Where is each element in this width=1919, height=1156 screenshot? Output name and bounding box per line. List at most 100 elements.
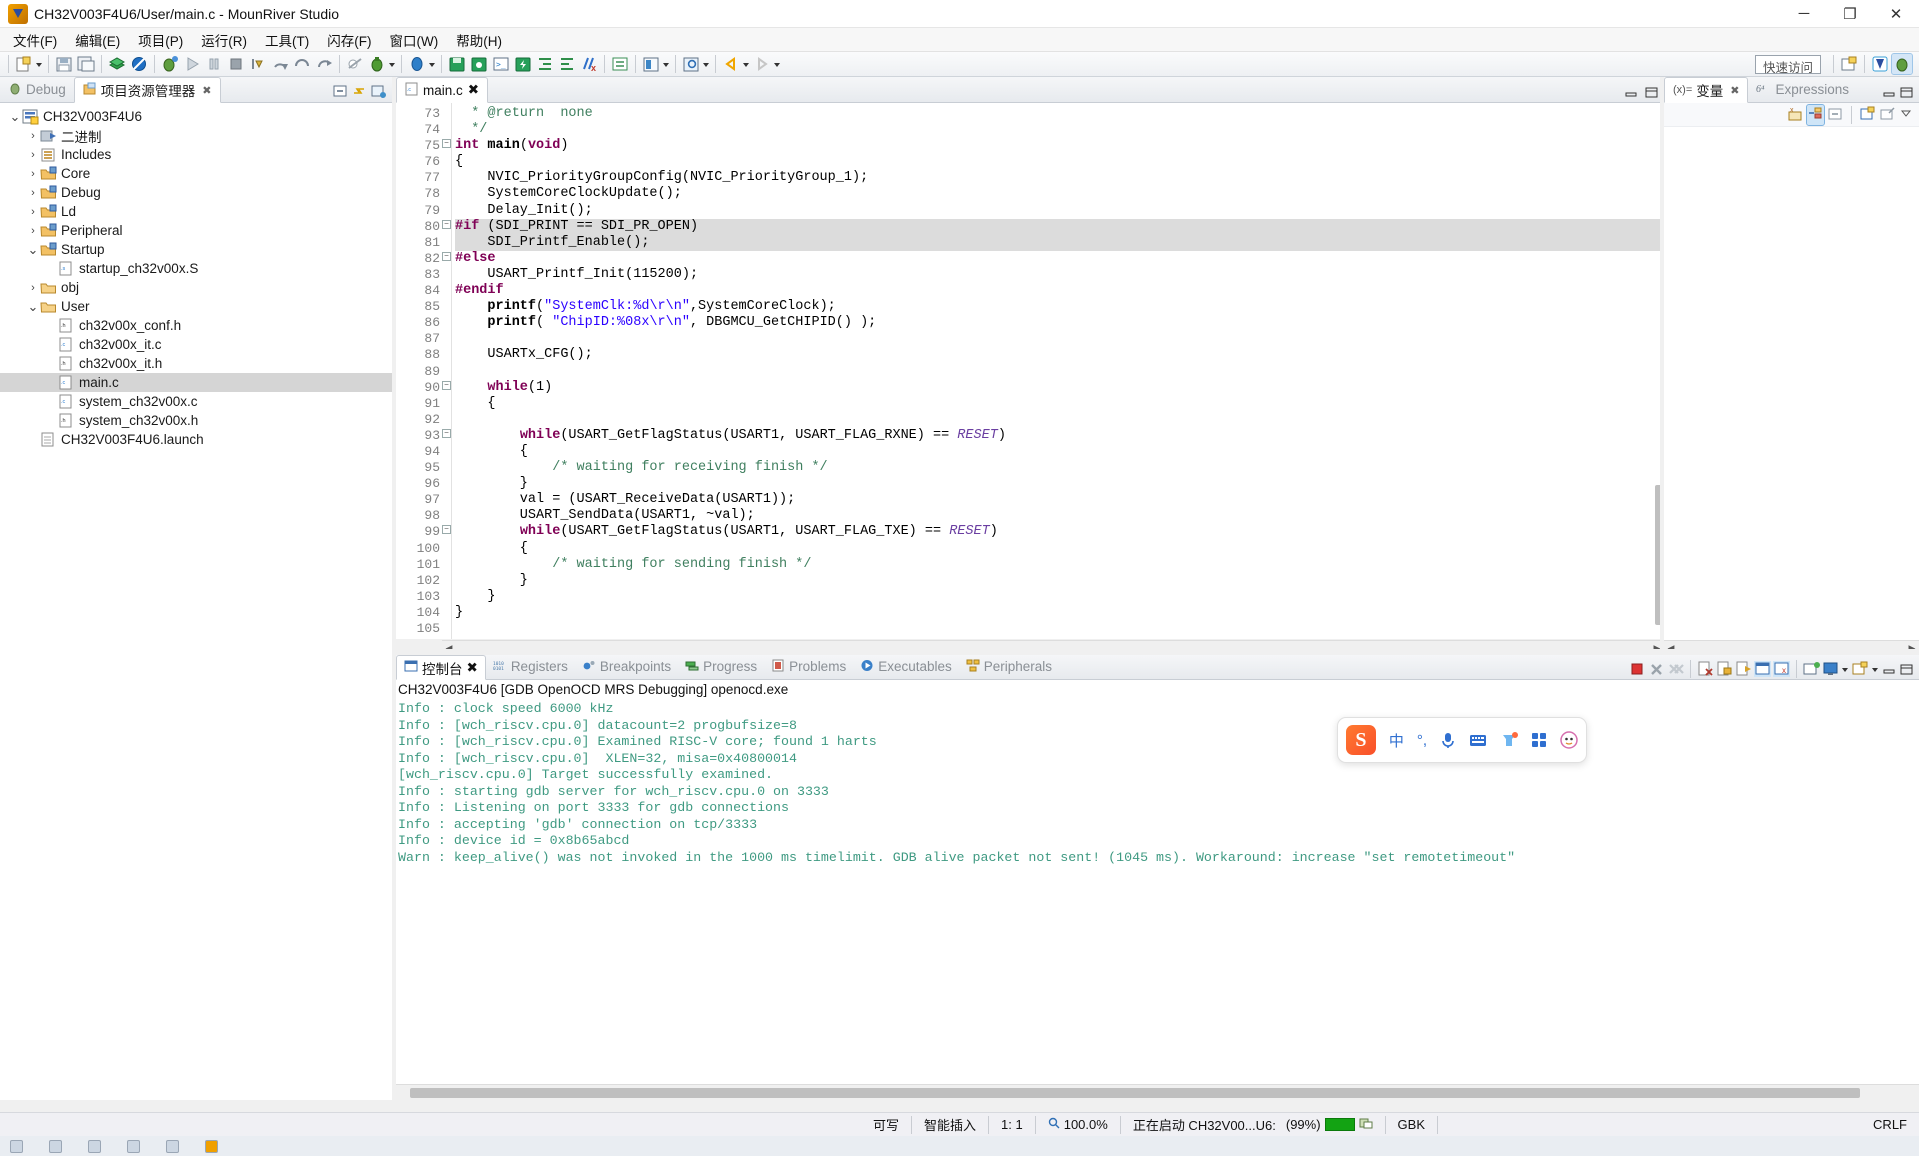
back-icon[interactable] [721,54,741,74]
status-progress[interactable]: 正在启动 CH32V00...U6: (99%) [1121,1116,1385,1134]
menu-flash[interactable]: 闪存(F) [318,28,380,52]
minimize-icon[interactable] [1624,85,1638,102]
code-line[interactable]: NVIC_PriorityGroupConfig(NVIC_PriorityGr… [455,170,1664,186]
close-button[interactable]: ✕ [1873,0,1919,28]
code-line[interactable]: #if (SDI_PRINT == SDI_PR_OPEN) [455,218,1664,235]
menu-project[interactable]: 项目(P) [129,28,192,52]
ime-mascot-icon[interactable] [1560,731,1578,749]
view-tab-debug[interactable]: Debug [0,76,74,102]
tree-item-includes[interactable]: › Includes [0,145,392,164]
comment-block-icon[interactable] [610,54,630,74]
tree-item-ch32v003f4u6.launch[interactable]: CH32V003F4U6.launch [0,430,392,449]
new-console-icon[interactable] [1852,661,1869,677]
code-line[interactable]: while(USART_GetFlagStatus(USART1, USART_… [455,524,1664,540]
mounriver-perspective-icon[interactable] [1870,54,1890,74]
indent-left-icon[interactable] [557,54,577,74]
display-selected-console-icon[interactable]: x [1773,661,1790,677]
step-return-icon[interactable] [292,54,312,74]
tree-item-user[interactable]: ⌄ User [0,297,392,316]
link-with-editor-icon[interactable] [351,83,367,102]
view-menu-icon[interactable] [1899,106,1913,123]
tab-registers[interactable]: 1010 0101 Registers [486,654,575,679]
code-line[interactable] [455,364,1664,380]
source-code-text[interactable]: * @return none */int main(void){ NVIC_Pr… [452,103,1664,639]
dropdown-icon[interactable] [1841,659,1850,679]
open-console-icon[interactable] [1803,661,1820,677]
remove-launch-icon[interactable] [1648,661,1665,677]
chevron-right-icon[interactable]: › [26,225,40,237]
back-dropdown-icon[interactable] [742,54,751,74]
forward-dropdown-icon[interactable] [773,54,782,74]
debug-config-icon[interactable] [407,54,427,74]
build-all-icon[interactable] [107,54,127,74]
code-line[interactable]: val = (USART_ReceiveData(USART1)); [455,492,1664,508]
tree-item-startup[interactable]: ⌄ Startup [0,240,392,259]
code-line[interactable]: } [455,605,1664,621]
code-line[interactable]: #else [455,251,1664,267]
tree-item-obj[interactable]: › obj [0,278,392,297]
pin-console-icon[interactable] [1754,661,1771,677]
chevron-right-icon[interactable]: › [26,206,40,218]
menu-run[interactable]: 运行(R) [192,28,256,52]
terminate-icon[interactable] [1629,661,1646,677]
show-logical-structure-icon[interactable] [1806,103,1825,126]
close-icon[interactable]: ✖ [468,82,479,98]
chevron-down-icon[interactable]: ⌄ [26,242,40,258]
search-resource-icon[interactable] [681,54,701,74]
code-line[interactable]: int main(void) [455,138,1664,154]
clean-icon[interactable] [129,54,149,74]
remove-all-terminated-icon[interactable] [1667,661,1684,677]
suspend-icon[interactable] [204,54,224,74]
menu-tools[interactable]: 工具(T) [256,28,318,52]
tree-item-main.c[interactable]: .c main.c [0,373,392,392]
fold-toggle-icon[interactable]: − [442,216,451,232]
new-file-icon[interactable] [14,54,34,74]
code-line[interactable]: USART_Printf_Init(115200); [455,267,1664,283]
project-tree[interactable]: ⌄ CH32V003F4U6 › 二进制 › Includes › Core › Debug › Ld… [0,103,392,1100]
close-icon[interactable]: ✖ [1730,84,1739,97]
view-tab-expressions[interactable]: 6⁴ Expressions [1748,76,1857,102]
debug-perspective-icon[interactable] [1891,53,1913,75]
tree-item----[interactable]: › 二进制 [0,126,392,145]
collapse-all-icon[interactable] [332,83,348,102]
view-tab-variables[interactable]: (x)= 变量 ✖ [1664,77,1749,103]
chevron-right-icon[interactable]: › [26,149,40,161]
debug-icon[interactable] [160,54,180,74]
maximize-icon[interactable] [1644,85,1658,102]
code-line[interactable]: { [455,444,1664,460]
code-line[interactable]: { [455,396,1664,412]
taskbar-item[interactable] [88,1139,101,1153]
fold-toggle-icon[interactable]: − [442,135,451,151]
status-zoom[interactable]: 100.0% [1036,1115,1121,1134]
ime-toolbox-icon[interactable] [1531,732,1547,748]
debug-config-dropdown-icon[interactable] [428,54,437,74]
code-line[interactable]: USART_SendData(USART1, ~val); [455,508,1664,524]
console-output[interactable]: Info : clock speed 6000 kHz Info : [wch_r… [396,701,1919,1082]
close-icon[interactable]: ✖ [467,660,478,676]
ime-chinese-mode-icon[interactable]: 中 [1389,730,1404,751]
tab-breakpoints[interactable]: Breakpoints [575,654,678,679]
chevron-down-icon[interactable]: ⌄ [8,109,22,125]
tab-peripherals[interactable]: Peripherals [959,654,1059,679]
code-line[interactable]: printf("SystemClk:%d\r\n",SystemCoreCloc… [455,299,1664,315]
show-type-names-icon[interactable]: x [1787,105,1804,125]
open-element-dropdown-icon[interactable] [662,54,671,74]
minimize-icon[interactable] [1882,662,1897,677]
menu-window[interactable]: 窗口(W) [381,28,448,52]
taskbar-item[interactable] [166,1139,179,1153]
code-line[interactable]: printf( "ChipID:%08x\r\n", DBGMCU_GetCHI… [455,315,1664,331]
fold-toggle-icon[interactable]: − [442,377,451,393]
view-tab-project-explorer[interactable]: 项目资源管理器 ✖ [73,77,221,103]
ime-keyboard-icon[interactable] [1469,733,1487,747]
progress-details-icon[interactable] [1359,1116,1373,1133]
minimize-icon[interactable] [1882,85,1896,102]
tab-executables[interactable]: Executables [853,654,959,679]
run-icon[interactable] [367,54,387,74]
new-perspective-icon[interactable] [1839,54,1859,74]
code-line[interactable] [455,331,1664,347]
tree-item-ch32v00x_it.c[interactable]: .c ch32v00x_it.c [0,335,392,354]
clear-console-icon[interactable] [1697,661,1714,677]
dropdown-icon[interactable] [1871,659,1880,679]
tree-item-startup_ch32v00x.s[interactable]: .s startup_ch32v00x.S [0,259,392,278]
fold-toggle-icon[interactable]: − [442,425,451,441]
